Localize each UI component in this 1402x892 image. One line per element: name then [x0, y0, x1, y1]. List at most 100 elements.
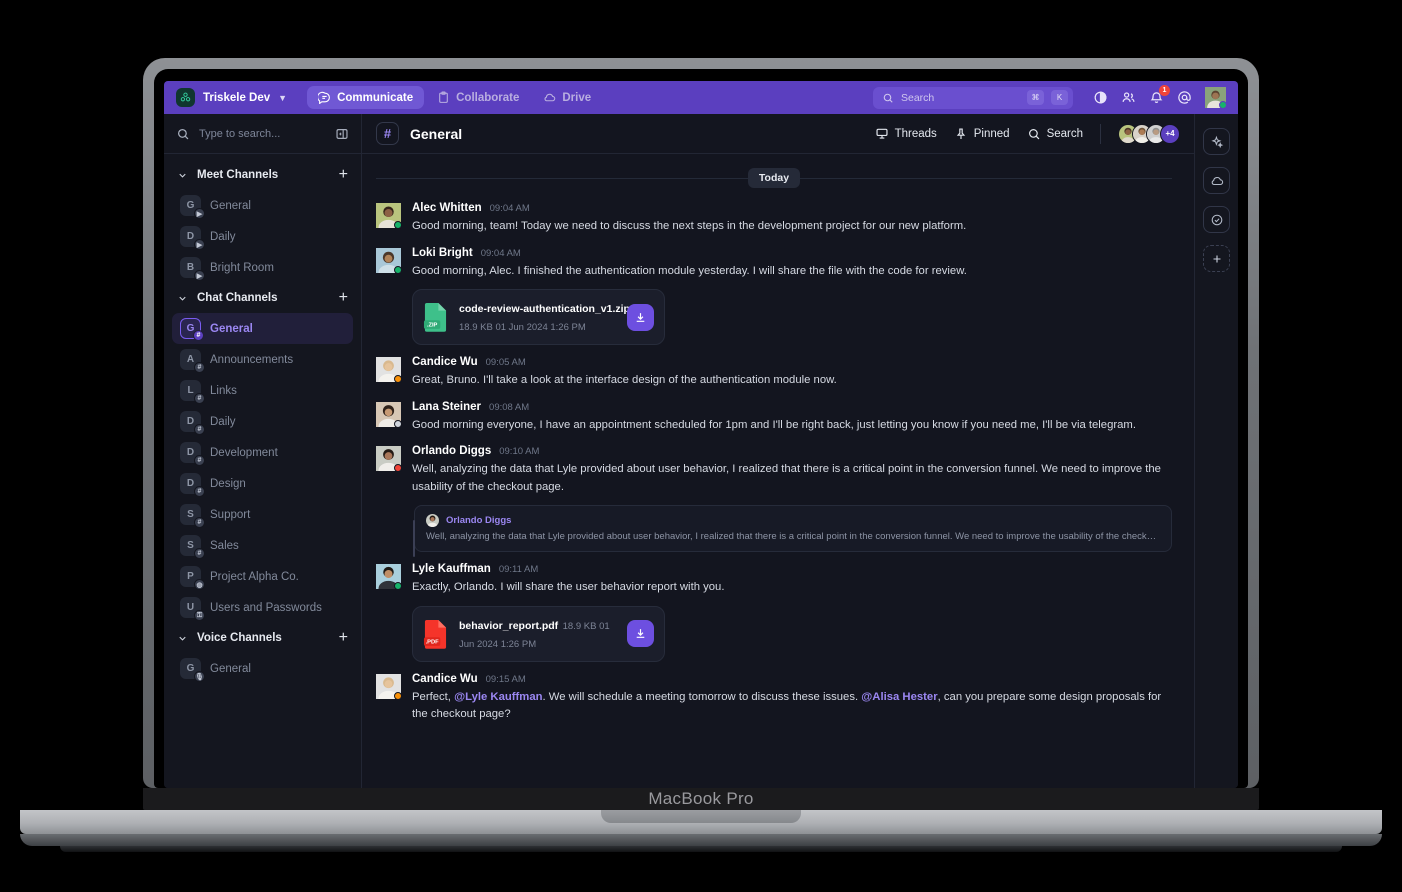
group-header[interactable]: Chat Channels +: [164, 283, 361, 313]
sidebar-item-meet-bright-room[interactable]: B ▶ Bright Room: [172, 252, 353, 283]
channel-search-button[interactable]: Search: [1027, 127, 1083, 141]
plus-icon[interactable]: +: [339, 167, 348, 183]
attachment-card[interactable]: .ZIP code-review-authentication_v1.zip 1…: [412, 289, 665, 345]
sidebar-item-chat-support[interactable]: S # Support: [172, 499, 353, 530]
pdf-file-icon: .PDF: [423, 619, 448, 649]
threads-button[interactable]: Threads: [875, 127, 937, 141]
avatar[interactable]: [376, 446, 402, 472]
sidebar-item-chat-general[interactable]: G # General: [172, 313, 353, 344]
plus-icon[interactable]: +: [339, 630, 348, 646]
channel-avatar: U ⚿: [180, 597, 205, 621]
member-overflow-count[interactable]: +4: [1160, 123, 1180, 144]
workspace-switcher[interactable]: Triskele Dev ▼: [176, 88, 295, 107]
quoted-message[interactable]: Orlando Diggs Well, analyzing the data t…: [413, 505, 1172, 557]
nav-tab-collaborate[interactable]: Collaborate: [426, 86, 530, 109]
channel-avatar: D #: [180, 442, 205, 466]
plus-icon[interactable]: +: [339, 290, 348, 306]
sidebar-groups[interactable]: Meet Channels + G ▶ General D ▶ Daily B …: [164, 154, 361, 788]
notification-badge: 1: [1159, 85, 1170, 96]
sidebar: Type to search... Meet Channels + G ▶ Ge…: [164, 114, 362, 788]
sidebar-item-chat-announcements[interactable]: A # Announcements: [172, 344, 353, 375]
channel-avatar: G 🎙: [180, 658, 205, 682]
sidebar-item-chat-links[interactable]: L # Links: [172, 375, 353, 406]
sidebar-item-meet-general[interactable]: G ▶ General: [172, 190, 353, 221]
contrast-icon[interactable]: [1093, 90, 1108, 105]
sidebar-item-label: Daily: [210, 230, 236, 243]
search-icon: [883, 93, 893, 103]
status-badge: [1219, 101, 1227, 109]
message-list[interactable]: Today Alec Whitten 09:04 AM Good morning…: [362, 154, 1194, 788]
bell-icon[interactable]: 1: [1149, 85, 1170, 105]
channel-avatar: G #: [180, 318, 204, 341]
message-time: 09:10 AM: [499, 446, 540, 457]
channel-header: # General Threads Pinned Search +4: [362, 114, 1194, 154]
svg-text:.ZIP: .ZIP: [427, 323, 438, 329]
channel-avatar: P ◍: [180, 566, 205, 590]
sidebar-search[interactable]: Type to search...: [164, 114, 361, 154]
sidebar-item-chat-users-and-passwords[interactable]: U ⚿ Users and Passwords: [172, 592, 353, 623]
app-window: Triskele Dev ▼ Communicate Collaborate D…: [164, 81, 1238, 788]
channel-list: G ▶ General D ▶ Daily B ▶ Bright Room: [164, 190, 361, 283]
avatar[interactable]: [376, 401, 402, 428]
day-separator: Today: [376, 168, 1172, 188]
group-header[interactable]: Meet Channels +: [164, 160, 361, 190]
mention-lyle-kauffman[interactable]: @Lyle Kauffman: [454, 691, 542, 703]
member-avatar-stack[interactable]: +4: [1118, 123, 1180, 144]
channel-avatar: G ▶: [180, 195, 205, 219]
people-icon[interactable]: [1121, 90, 1136, 105]
avatar[interactable]: [376, 357, 402, 383]
global-search[interactable]: Search ⌘ K: [873, 86, 1073, 109]
hash-badge-icon: #: [194, 548, 205, 559]
channel-avatar: D #: [180, 473, 205, 497]
mention-alisa-hester[interactable]: @Alisa Hester: [861, 691, 937, 703]
nav-tab-communicate[interactable]: Communicate: [307, 86, 425, 109]
pinned-button[interactable]: Pinned: [954, 127, 1010, 141]
macbook-base: MacBook Pro: [143, 788, 1259, 810]
zip-file-icon: .ZIP: [423, 302, 448, 332]
status-badge: [394, 464, 402, 472]
pin-icon: [956, 127, 965, 139]
avatar[interactable]: [1205, 87, 1227, 109]
search-icon: [1028, 128, 1039, 139]
status-badge: [394, 375, 402, 383]
svg-text:.PDF: .PDF: [426, 639, 440, 645]
sidebar-item-chat-project-alpha-co[interactable]: P ◍ Project Alpha Co.: [172, 561, 353, 592]
panel-collapse-icon[interactable]: [335, 127, 349, 141]
avatar[interactable]: [376, 673, 402, 700]
screen: Triskele Dev ▼ Communicate Collaborate D…: [164, 81, 1238, 788]
threads-icon: [876, 128, 888, 139]
message-time: 09:11 AM: [498, 564, 539, 575]
avatar[interactable]: [376, 247, 402, 274]
attachment-card[interactable]: .PDF behavior_report.pdf 18.9 KB 01 Jun …: [412, 605, 665, 662]
nav-tab-drive[interactable]: Drive: [532, 86, 602, 109]
at-mention-icon[interactable]: [1177, 90, 1192, 105]
sparkles-icon[interactable]: [1203, 128, 1230, 155]
attachment-name: behavior_report.pdf: [459, 619, 559, 632]
cloud-icon[interactable]: [1203, 167, 1230, 194]
nav-tab-collaborate-label: Collaborate: [456, 91, 520, 104]
message-time: 09:15 AM: [485, 673, 526, 685]
check-circle-icon[interactable]: [1203, 206, 1230, 233]
avatar[interactable]: [376, 203, 402, 229]
sidebar-item-chat-design[interactable]: D # Design: [172, 468, 353, 499]
macbook-deck: [20, 810, 1382, 834]
plus-icon[interactable]: [1203, 245, 1230, 272]
sidebar-item-voice-general[interactable]: G 🎙 General: [172, 653, 353, 684]
chevron-down-icon[interactable]: [177, 633, 188, 644]
app-body: Type to search... Meet Channels + G ▶ Ge…: [164, 114, 1238, 788]
message-time: 09:04 AM: [489, 203, 530, 214]
sidebar-item-chat-sales[interactable]: S # Sales: [172, 530, 353, 561]
message-item: Lyle Kauffman 09:11 AM Exactly, Orlando.…: [376, 563, 1172, 662]
chevron-down-icon[interactable]: [177, 293, 188, 304]
group-header[interactable]: Voice Channels +: [164, 623, 361, 653]
chevron-down-icon[interactable]: [177, 170, 188, 181]
top-bar-actions: 1: [1093, 85, 1227, 109]
avatar[interactable]: [376, 564, 402, 590]
message-item: Orlando Diggs 09:10 AM Well, analyzing t…: [376, 445, 1172, 557]
download-button[interactable]: [627, 303, 654, 331]
download-icon: [636, 312, 645, 322]
sidebar-item-chat-daily[interactable]: D # Daily: [172, 406, 353, 437]
sidebar-item-meet-daily[interactable]: D ▶ Daily: [172, 221, 353, 252]
sidebar-item-chat-development[interactable]: D # Development: [172, 437, 353, 468]
download-button[interactable]: [627, 620, 654, 647]
